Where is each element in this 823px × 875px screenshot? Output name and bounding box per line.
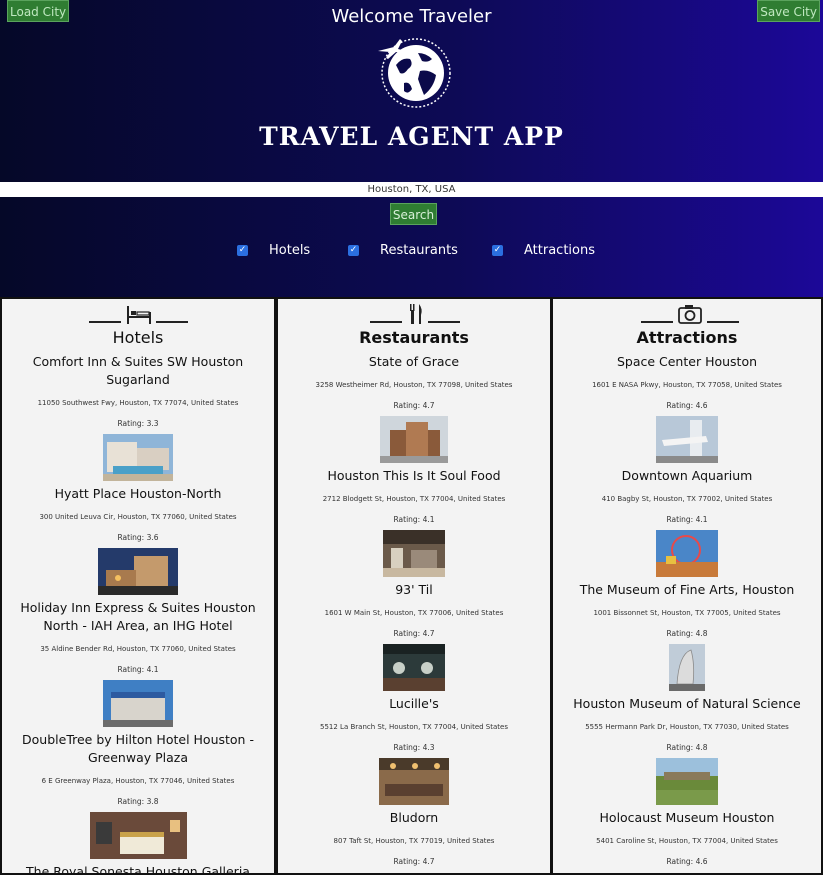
attractions-checkbox[interactable]: ✓ bbox=[492, 245, 503, 256]
place-name: Lucille's bbox=[389, 696, 439, 711]
place-rating: Rating: 4.6 bbox=[666, 857, 708, 866]
column-title: Attractions bbox=[636, 328, 738, 347]
place-photo bbox=[383, 530, 445, 577]
place-address: 5401 Caroline St, Houston, TX 77004, Uni… bbox=[596, 837, 778, 845]
column-header: Attractions bbox=[553, 299, 821, 349]
place-address: 5555 Hermann Park Dr, Houston, TX 77030,… bbox=[585, 723, 789, 731]
restaurants-checkbox[interactable]: ✓ bbox=[348, 245, 359, 256]
list-item[interactable]: Houston This Is It Soul Food 2712 Blodge… bbox=[278, 467, 550, 577]
filter-restaurants[interactable]: ✓ Restaurants bbox=[348, 243, 458, 258]
place-address: 3258 Westheimer Rd, Houston, TX 77098, U… bbox=[315, 381, 513, 389]
list-item[interactable]: Houston Museum of Natural Science 5555 H… bbox=[553, 695, 821, 805]
list-item[interactable]: 93' Til 1601 W Main St, Houston, TX 7700… bbox=[278, 581, 550, 691]
place-name: 93' Til bbox=[395, 582, 433, 597]
place-rating: Rating: 4.1 bbox=[666, 515, 708, 524]
place-address: 410 Bagby St, Houston, TX 77002, United … bbox=[601, 495, 773, 503]
place-name: Bludorn bbox=[389, 810, 439, 825]
place-photo bbox=[383, 644, 445, 691]
search-button[interactable]: Search bbox=[390, 203, 437, 225]
search-controls: Search ✓ Hotels ✓ Restaurants ✓ Attracti… bbox=[0, 197, 823, 297]
place-name: Houston Museum of Natural Science bbox=[573, 696, 801, 711]
place-photo bbox=[656, 530, 718, 577]
place-address: 11050 Southwest Fwy, Houston, TX 77074, … bbox=[37, 399, 239, 407]
list-item[interactable]: Comfort Inn & Suites SW Houston Sugarlan… bbox=[2, 353, 274, 481]
place-rating: Rating: 4.1 bbox=[117, 665, 159, 674]
column-header: Hotels bbox=[2, 299, 274, 349]
place-photo bbox=[103, 434, 173, 481]
bed-icon bbox=[127, 306, 151, 324]
place-photo bbox=[380, 416, 448, 463]
list-item[interactable]: Lucille's 5512 La Branch St, Houston, TX… bbox=[278, 695, 550, 805]
place-name: Hyatt Place Houston-North bbox=[54, 486, 222, 501]
column-title: Restaurants bbox=[359, 328, 469, 347]
place-name: The Royal Sonesta Houston Galleria bbox=[26, 864, 250, 875]
app-title: TRAVEL AGENT APP bbox=[259, 122, 564, 151]
place-photo bbox=[379, 758, 449, 805]
place-photo bbox=[656, 416, 718, 463]
place-photo bbox=[98, 548, 178, 595]
attractions-column: Attractions Space Center Houston 1601 E … bbox=[551, 297, 823, 875]
hotels-column: Hotels Comfort Inn & Suites SW Houston S… bbox=[0, 297, 276, 875]
place-photo bbox=[89, 812, 187, 859]
place-rating: Rating: 3.3 bbox=[117, 419, 159, 428]
fork-knife-icon bbox=[410, 304, 422, 324]
globe-plane-icon bbox=[378, 38, 451, 108]
place-name: DoubleTree by Hilton Hotel Houston - Gre… bbox=[22, 732, 254, 765]
place-name: Comfort Inn & Suites SW Houston Sugarlan… bbox=[32, 354, 244, 387]
filter-label: Hotels bbox=[269, 243, 311, 258]
place-rating: Rating: 3.8 bbox=[117, 797, 159, 806]
list-item[interactable]: Downtown Aquarium 410 Bagby St, Houston,… bbox=[553, 467, 821, 577]
list-item[interactable]: Holiday Inn Express & Suites Houston Nor… bbox=[2, 599, 274, 727]
app-header: Load City Save City Welcome Traveler TRA… bbox=[0, 0, 823, 182]
place-name: Houston This Is It Soul Food bbox=[327, 468, 501, 483]
place-rating: Rating: 4.7 bbox=[393, 401, 435, 410]
place-address: 1001 Bissonnet St, Houston, TX 77005, Un… bbox=[593, 609, 781, 617]
place-name: Holocaust Museum Houston bbox=[599, 810, 775, 825]
column-title: Hotels bbox=[112, 328, 164, 347]
place-address: 807 Taft St, Houston, TX 77019, United S… bbox=[333, 837, 495, 845]
place-address: 300 United Leuva Cir, Houston, TX 77060,… bbox=[39, 513, 237, 521]
place-address: 1601 E NASA Pkwy, Houston, TX 77058, Uni… bbox=[592, 381, 782, 389]
list-item[interactable]: The Royal Sonesta Houston Galleria bbox=[2, 863, 274, 875]
filter-attractions[interactable]: ✓ Attractions bbox=[492, 243, 595, 258]
place-rating: Rating: 4.8 bbox=[666, 743, 708, 752]
place-address: 2712 Blodgett St, Houston, TX 77004, Uni… bbox=[322, 495, 506, 503]
place-photo bbox=[656, 758, 718, 805]
place-name: Downtown Aquarium bbox=[621, 468, 753, 483]
list-item[interactable]: State of Grace 3258 Westheimer Rd, Houst… bbox=[278, 353, 550, 463]
place-rating: Rating: 4.8 bbox=[666, 629, 708, 638]
place-address: 6 E Greenway Plaza, Houston, TX 77046, U… bbox=[41, 777, 235, 785]
place-rating: Rating: 4.6 bbox=[666, 401, 708, 410]
place-name: Holiday Inn Express & Suites Houston Nor… bbox=[20, 600, 256, 633]
place-rating: Rating: 4.7 bbox=[393, 857, 435, 866]
place-name: The Museum of Fine Arts, Houston bbox=[579, 582, 795, 597]
place-photo bbox=[103, 680, 173, 727]
filter-label: Attractions bbox=[524, 243, 595, 258]
restaurants-column: Restaurants State of Grace 3258 Westheim… bbox=[276, 297, 552, 875]
place-rating: Rating: 4.3 bbox=[393, 743, 435, 752]
place-address: 5512 La Branch St, Houston, TX 77004, Un… bbox=[320, 723, 508, 731]
list-item[interactable]: The Museum of Fine Arts, Houston 1001 Bi… bbox=[553, 581, 821, 691]
place-rating: Rating: 4.1 bbox=[393, 515, 435, 524]
hotels-checkbox[interactable]: ✓ bbox=[237, 245, 248, 256]
column-header: Restaurants bbox=[278, 299, 550, 349]
filter-hotels[interactable]: ✓ Hotels bbox=[237, 243, 310, 258]
list-item[interactable]: Bludorn 807 Taft St, Houston, TX 77019, … bbox=[278, 809, 550, 866]
place-name: State of Grace bbox=[368, 354, 460, 369]
city-search-input[interactable] bbox=[0, 182, 823, 197]
list-item[interactable]: Space Center Houston 1601 E NASA Pkwy, H… bbox=[553, 353, 821, 463]
place-address: 35 Aldine Bender Rd, Houston, TX 77060, … bbox=[40, 645, 236, 653]
list-item[interactable]: Hyatt Place Houston-North 300 United Leu… bbox=[2, 485, 274, 595]
place-rating: Rating: 4.7 bbox=[393, 629, 435, 638]
place-photo bbox=[669, 644, 705, 691]
place-rating: Rating: 3.6 bbox=[117, 533, 159, 542]
list-item[interactable]: DoubleTree by Hilton Hotel Houston - Gre… bbox=[2, 731, 274, 859]
filter-label: Restaurants bbox=[380, 243, 458, 258]
place-address: 1601 W Main St, Houston, TX 77006, Unite… bbox=[324, 609, 504, 617]
camera-icon bbox=[678, 305, 702, 324]
place-name: Space Center Houston bbox=[616, 354, 758, 369]
list-item[interactable]: Holocaust Museum Houston 5401 Caroline S… bbox=[553, 809, 821, 866]
welcome-text: Welcome Traveler bbox=[331, 6, 492, 27]
